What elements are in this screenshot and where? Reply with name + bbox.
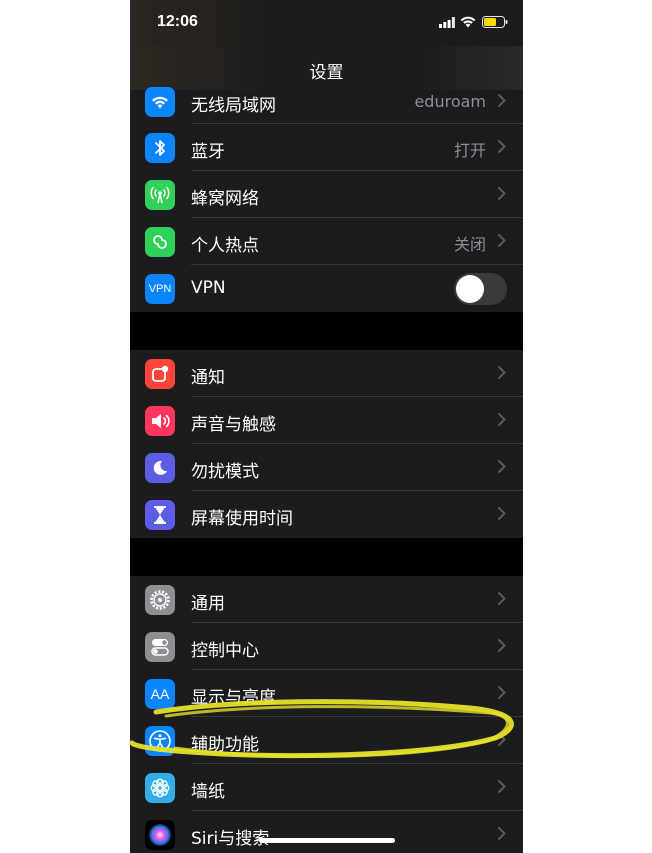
chevron-right-icon <box>498 234 506 247</box>
chevron-right-icon <box>498 140 506 153</box>
wifi-icon <box>145 87 175 117</box>
settings-row-label: 勿扰模式 <box>191 462 259 482</box>
chevron-right-icon <box>498 187 506 200</box>
settings-row-screen-time[interactable]: 屏幕使用时间 <box>130 491 523 538</box>
chevron-right-icon <box>498 94 506 107</box>
settings-row-do-not-disturb[interactable]: 勿扰模式 <box>130 444 523 491</box>
settings-row-label: 通用 <box>191 594 225 614</box>
display-icon: AA <box>145 679 175 709</box>
chevron-right-icon <box>498 460 506 473</box>
chevron-right-icon <box>498 827 506 840</box>
settings-row-accessibility[interactable]: 辅助功能 <box>130 717 523 764</box>
page-title: 设置 <box>309 63 344 83</box>
settings-group-general: 通用 控制中心 AA 显示与亮度 辅助功能 墙纸 Siri与搜索 <box>130 576 523 853</box>
settings-row-vpn[interactable]: VPN VPN <box>130 265 523 312</box>
settings-row-label: 控制中心 <box>191 641 259 661</box>
chevron-right-icon <box>498 733 506 746</box>
notifications-icon <box>145 359 175 389</box>
navigation-bar: 设置 <box>130 46 523 94</box>
cellular-icon <box>145 180 175 210</box>
settings-row-label: 个人热点 <box>191 236 259 256</box>
vpn-toggle[interactable] <box>454 273 507 305</box>
settings-row-display[interactable]: AA 显示与亮度 <box>130 670 523 717</box>
settings-row-label: 屏幕使用时间 <box>191 509 293 529</box>
settings-row-wallpaper[interactable]: 墙纸 <box>130 764 523 811</box>
control-center-icon <box>145 632 175 662</box>
siri-icon <box>145 820 175 850</box>
status-bar: 12:06 <box>130 0 523 46</box>
toggle-knob <box>456 275 484 303</box>
hourglass-icon <box>145 500 175 530</box>
settings-row-label: Siri与搜索 <box>191 829 270 849</box>
chevron-right-icon <box>498 686 506 699</box>
settings-row-label: 墙纸 <box>191 782 225 802</box>
settings-row-siri[interactable]: Siri与搜索 <box>130 811 523 853</box>
settings-row-label: 显示与亮度 <box>191 688 276 708</box>
settings-row-general[interactable]: 通用 <box>130 576 523 623</box>
chevron-right-icon <box>498 413 506 426</box>
settings-row-cellular[interactable]: 蜂窝网络 <box>130 171 523 218</box>
settings-row-bluetooth[interactable]: 蓝牙 打开 <box>130 124 523 171</box>
settings-row-label: 蜂窝网络 <box>191 189 259 209</box>
moon-icon <box>145 453 175 483</box>
sound-icon <box>145 406 175 436</box>
wallpaper-icon <box>145 773 175 803</box>
settings-row-label: 蓝牙 <box>191 142 225 162</box>
battery-icon <box>482 16 508 28</box>
status-time: 12:06 <box>157 13 198 30</box>
settings-group-notifications: 通知 声音与触感 勿扰模式 屏幕使用时间 <box>130 350 523 538</box>
chevron-right-icon <box>498 366 506 379</box>
vpn-icon: VPN <box>145 274 175 304</box>
settings-row-wifi[interactable]: 无线局域网 eduroam <box>130 87 523 124</box>
chevron-right-icon <box>498 639 506 652</box>
home-indicator[interactable] <box>259 838 395 843</box>
accessibility-icon <box>145 726 175 756</box>
settings-row-label: VPN <box>191 278 226 298</box>
signal-icon <box>439 17 455 28</box>
settings-row-value: 打开 <box>453 141 486 160</box>
settings-row-label: 通知 <box>191 368 225 388</box>
settings-group-connectivity: 无线局域网 eduroam 蓝牙 打开 蜂窝网络 个人热点 关闭 VPN VPN <box>130 87 523 312</box>
settings-row-label: 声音与触感 <box>191 415 276 435</box>
settings-row-control-center[interactable]: 控制中心 <box>130 623 523 670</box>
vpn-icon-text: VPN <box>148 283 172 295</box>
settings-row-value: 关闭 <box>453 235 486 254</box>
settings-row-notifications[interactable]: 通知 <box>130 350 523 397</box>
chevron-right-icon <box>498 592 506 605</box>
settings-row-value: eduroam <box>414 92 486 111</box>
chevron-right-icon <box>498 780 506 793</box>
display-icon-text: AA <box>150 686 170 702</box>
hotspot-icon <box>145 227 175 257</box>
bluetooth-icon <box>145 133 175 163</box>
chevron-right-icon <box>498 507 506 520</box>
settings-row-sounds[interactable]: 声音与触感 <box>130 397 523 444</box>
settings-row-hotspot[interactable]: 个人热点 关闭 <box>130 218 523 265</box>
gear-icon <box>145 585 175 615</box>
settings-screen: 12:06 设置 无线局域网 eduroam 蓝牙 打开 蜂窝网络 个人热点 关… <box>130 0 523 853</box>
settings-row-label: 无线局域网 <box>191 96 276 116</box>
settings-row-label: 辅助功能 <box>191 735 259 755</box>
wifi-status-icon <box>460 16 476 28</box>
